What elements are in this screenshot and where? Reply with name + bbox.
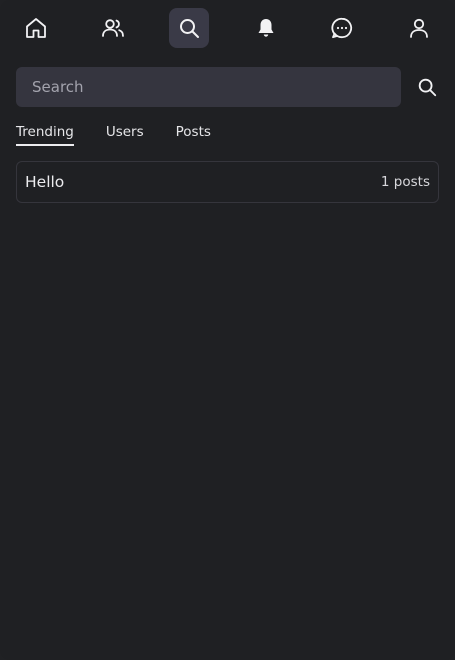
search-bar xyxy=(16,67,439,107)
search-submit-button[interactable] xyxy=(415,75,439,99)
tab-trending[interactable]: Trending xyxy=(16,124,74,146)
result-post-count: 1 posts xyxy=(380,174,430,190)
nav-profile-button[interactable] xyxy=(399,8,439,48)
search-icon xyxy=(180,19,200,38)
list-item[interactable]: Hello 1 posts xyxy=(16,161,439,203)
app-window: Trending Users Posts Hello 1 posts xyxy=(0,0,455,660)
nav-users-button[interactable] xyxy=(93,8,133,48)
user-icon xyxy=(410,18,428,38)
results-list: Hello 1 posts xyxy=(16,161,439,203)
nav-notifications-button[interactable] xyxy=(246,8,286,48)
search-tabs: Trending Users Posts xyxy=(16,124,211,146)
search-input[interactable] xyxy=(16,67,401,107)
bell-icon xyxy=(258,19,274,37)
nav-search-button[interactable] xyxy=(169,8,210,48)
nav-home-button[interactable] xyxy=(16,8,56,48)
users-icon xyxy=(101,19,124,37)
tab-posts[interactable]: Posts xyxy=(176,124,211,144)
nav-messages-button[interactable] xyxy=(322,8,362,48)
tab-users[interactable]: Users xyxy=(106,124,144,144)
result-title: Hello xyxy=(25,173,65,191)
chat-bubble-icon xyxy=(331,17,353,39)
search-icon xyxy=(418,78,437,97)
top-nav xyxy=(0,0,455,56)
home-icon xyxy=(26,18,46,38)
